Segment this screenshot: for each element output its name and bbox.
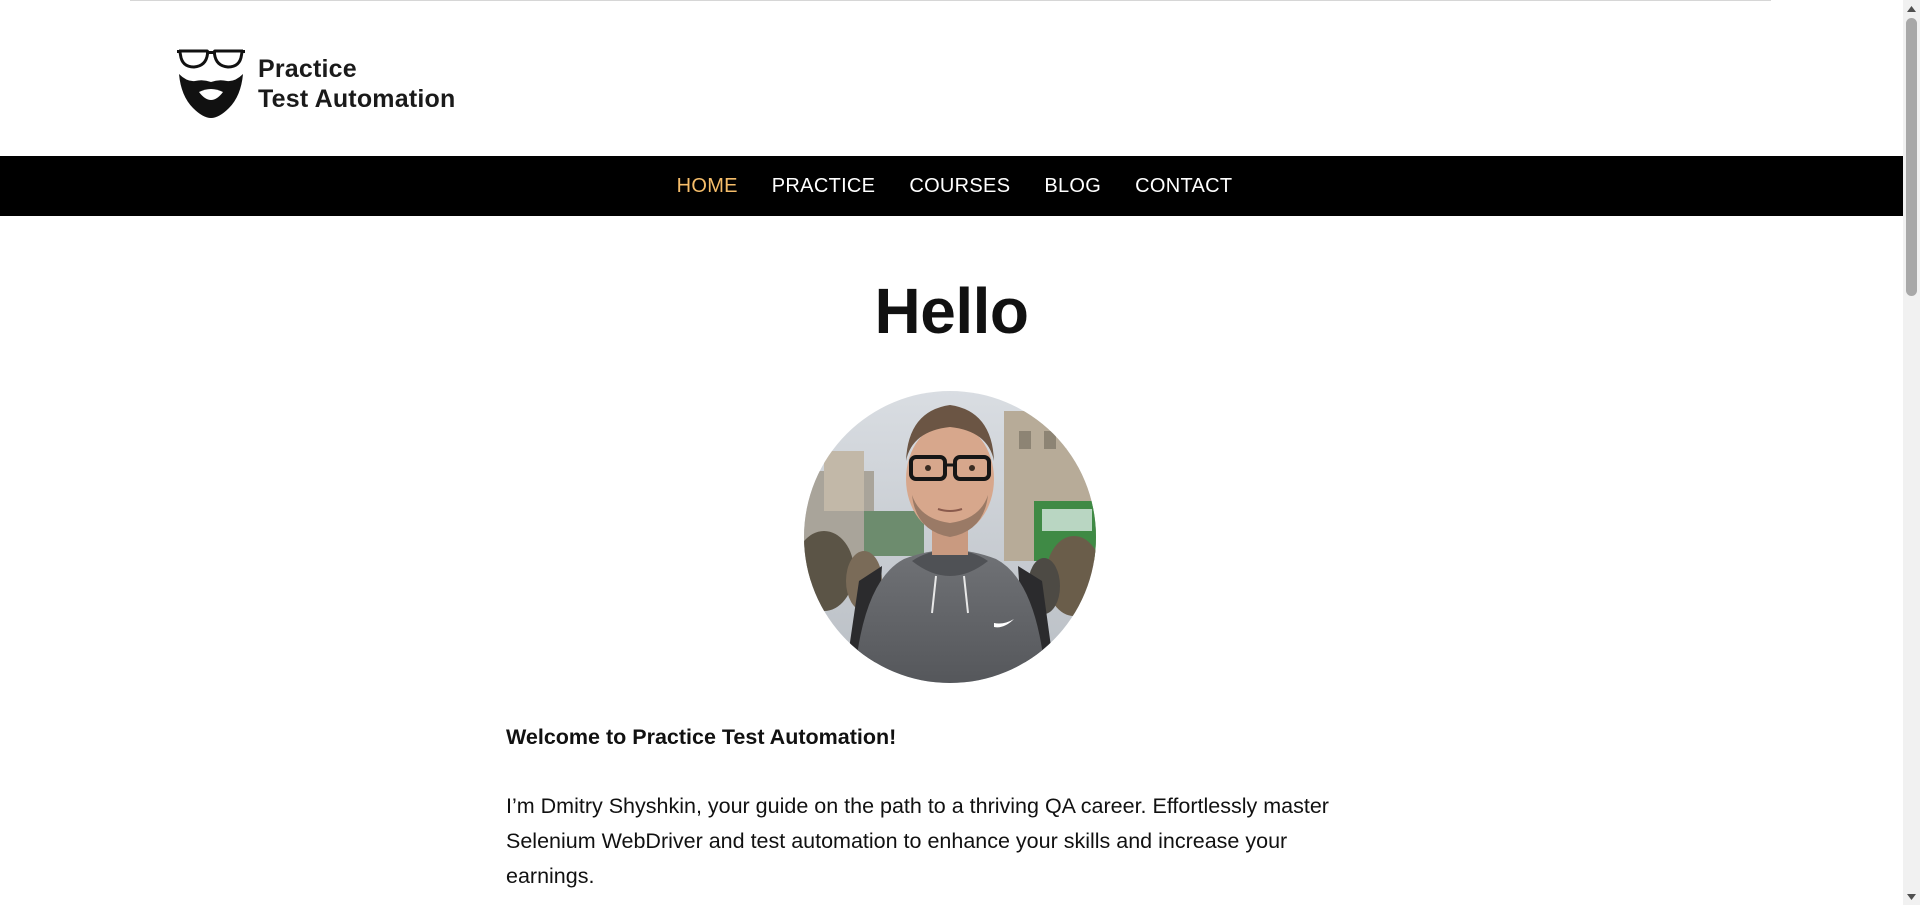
nav-menu: HOME PRACTICE COURSES BLOG CONTACT xyxy=(671,175,1233,198)
site-header: Practice Test Automation xyxy=(0,0,1903,156)
nav-link-courses[interactable]: COURSES xyxy=(909,175,1010,197)
nav-item-contact: CONTACT xyxy=(1135,175,1232,198)
nav-link-practice[interactable]: PRACTICE xyxy=(772,175,876,197)
profile-photo xyxy=(804,391,1096,683)
scroll-up-arrow-icon[interactable] xyxy=(1903,0,1920,17)
page-scrollbar[interactable] xyxy=(1903,0,1920,905)
nav-item-courses: COURSES xyxy=(909,175,1010,198)
intro-section: Welcome to Practice Test Automation! I’m… xyxy=(506,720,1376,894)
logo-line-1: Practice xyxy=(258,55,357,83)
nav-link-blog[interactable]: BLOG xyxy=(1044,175,1101,197)
intro-paragraph: I’m Dmitry Shyshkin, your guide on the p… xyxy=(506,794,1329,888)
scrollbar-thumb[interactable] xyxy=(1906,18,1917,296)
welcome-heading: Welcome to Practice Test Automation! xyxy=(506,725,897,749)
nav-link-home[interactable]: HOME xyxy=(677,175,738,197)
nav-item-blog: BLOG xyxy=(1044,175,1101,198)
scroll-down-arrow-icon[interactable] xyxy=(1903,888,1920,905)
glasses-beard-logo-icon xyxy=(177,49,245,118)
nav-item-practice: PRACTICE xyxy=(772,175,876,198)
nav-link-contact[interactable]: CONTACT xyxy=(1135,175,1232,197)
site-logo-link[interactable]: Practice Test Automation xyxy=(177,48,455,120)
logo-line-2: Test Automation xyxy=(258,85,456,113)
page-title: Hello xyxy=(874,275,1029,347)
profile-photo-illustration xyxy=(804,391,1096,683)
logo-text: Practice Test Automation xyxy=(258,54,455,114)
nav-item-home: HOME xyxy=(677,175,738,198)
page: Practice Test Automation HOME PRACTICE C… xyxy=(0,0,1920,905)
main-navigation: HOME PRACTICE COURSES BLOG CONTACT xyxy=(0,156,1903,216)
